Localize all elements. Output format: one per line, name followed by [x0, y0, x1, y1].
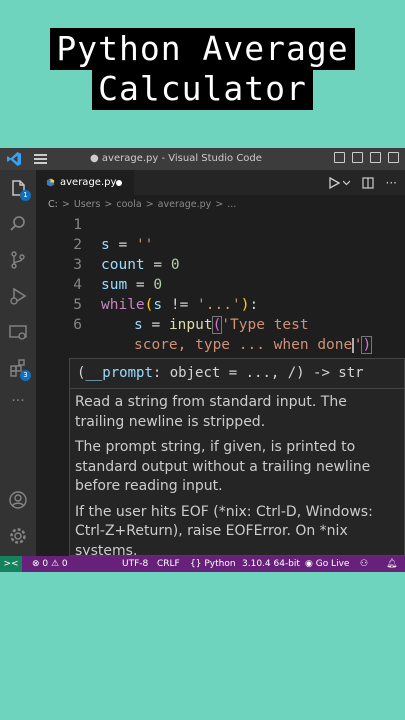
toggle-panel-icon[interactable] — [352, 152, 363, 163]
remote-indicator[interactable]: >< — [0, 556, 22, 572]
line-number: 4 — [73, 277, 82, 293]
breadcrumb-symbol[interactable]: ... — [227, 199, 236, 210]
code-line-4: 4 sum = 0 — [36, 275, 405, 295]
banner-line-2: Calculator — [92, 68, 313, 110]
code-line-5: 5 while(s != '...'): — [36, 295, 405, 315]
line-number: 5 — [73, 297, 82, 313]
language-indicator[interactable]: {} Python — [190, 556, 236, 572]
activity-bar: 1 3 ··· — [0, 170, 36, 556]
explorer-icon[interactable]: 1 — [8, 178, 31, 201]
remote-explorer-icon[interactable] — [8, 322, 28, 342]
search-icon[interactable] — [8, 214, 28, 234]
go-live-button[interactable]: ◉ Go Live — [305, 556, 349, 572]
run-debug-icon[interactable] — [8, 286, 28, 306]
line-number: 1 — [73, 217, 82, 233]
notifications-bell-icon[interactable]: 🔔︎ — [386, 556, 397, 572]
line-number: 3 — [73, 257, 82, 273]
code-line-6-wrapped: score, type ... when done ') — [134, 336, 373, 354]
code-line-3: 3 count = 0 — [36, 255, 405, 275]
encoding-indicator[interactable]: UTF-8 — [122, 556, 148, 572]
eol-indicator[interactable]: CRLF — [157, 556, 180, 572]
title-banner: Python Average Calculator — [0, 28, 405, 110]
extensions-icon[interactable]: 3 — [8, 358, 31, 381]
more-icon[interactable]: ··· — [8, 394, 28, 414]
broadcast-icon: ◉ — [305, 559, 316, 569]
tab-average-py[interactable]: average.py — [36, 170, 134, 195]
python-file-icon — [46, 178, 55, 187]
title-bar: ● average.py - Visual Studio Code — [0, 148, 405, 170]
breadcrumb-users[interactable]: Users — [74, 199, 101, 210]
explorer-badge: 1 — [20, 190, 31, 201]
tab-label: average.py — [60, 177, 117, 188]
settings-gear-icon[interactable] — [8, 526, 28, 546]
breadcrumb-file[interactable]: average.py — [158, 199, 212, 210]
breadcrumb-user[interactable]: coola — [116, 199, 141, 210]
banner-line-1: Python Average — [50, 28, 355, 70]
doc-paragraph: The prompt string, if given, is printed … — [75, 439, 371, 494]
feedback-icon[interactable]: ⚇ — [360, 556, 368, 572]
doc-paragraph: If the user hits EOF (*nix: Ctrl-D, Wind… — [75, 503, 373, 556]
customize-layout-icon[interactable] — [388, 152, 399, 163]
function-docstring: Read a string from standard input. The t… — [70, 389, 404, 556]
problems-indicator[interactable]: ⊗ 0 ⚠ 0 — [32, 556, 68, 572]
chevron-down-icon[interactable] — [342, 180, 350, 186]
code-line-6: 6 s = input('Type test — [36, 315, 405, 335]
code-line-1: 1 — [36, 215, 405, 235]
hover-tooltip: (__prompt: object = ..., /) -> str Read … — [69, 358, 405, 556]
tab-bar: average.py ··· — [36, 170, 405, 195]
window-title: ● average.py - Visual Studio Code — [90, 153, 262, 164]
breadcrumb-drive[interactable]: C: — [48, 199, 58, 210]
vscode-logo-icon — [7, 152, 21, 166]
toggle-sidebar-icon[interactable] — [334, 152, 345, 163]
menu-icon[interactable] — [34, 154, 47, 164]
vscode-window: ● average.py - Visual Studio Code 1 3 ··… — [0, 148, 405, 572]
code-line-2: 2 s = '' — [36, 235, 405, 255]
function-signature: (__prompt: object = ..., /) -> str — [70, 359, 404, 389]
split-editor-icon[interactable] — [361, 177, 374, 189]
editor-actions: ··· — [328, 177, 397, 189]
breadcrumb: C: > Users > coola > average.py >... — [48, 199, 237, 210]
source-control-icon[interactable] — [8, 250, 28, 270]
doc-paragraph: Read a string from standard input. The t… — [75, 394, 347, 430]
toggle-secondary-sidebar-icon[interactable] — [370, 152, 381, 163]
run-file-icon[interactable] — [328, 177, 340, 189]
line-number: 2 — [73, 237, 82, 253]
layout-controls — [334, 152, 399, 163]
braces-icon: {} — [190, 559, 205, 569]
more-actions-icon[interactable]: ··· — [386, 177, 397, 189]
line-number: 6 — [73, 317, 82, 333]
account-icon[interactable] — [8, 490, 28, 510]
status-bar: >< ⊗ 0 ⚠ 0 UTF-8 CRLF {} Python 3.10.4 6… — [0, 556, 405, 572]
interpreter-indicator[interactable]: 3.10.4 64-bit — [242, 556, 300, 572]
extensions-badge: 3 — [20, 370, 31, 381]
unsaved-dot-icon[interactable] — [116, 180, 122, 186]
